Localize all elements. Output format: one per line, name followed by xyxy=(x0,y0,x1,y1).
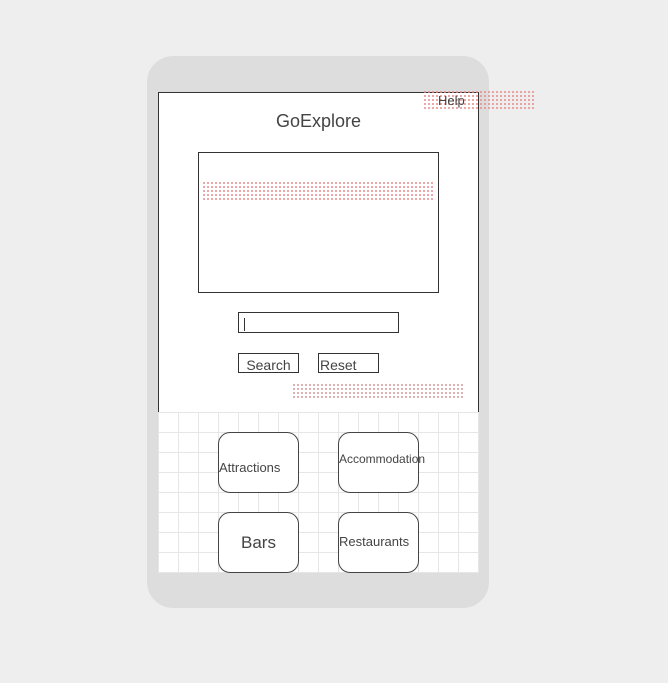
category-grid-area xyxy=(158,412,479,573)
bottom-annotation-hatch xyxy=(292,383,463,399)
category-label: Accommodation xyxy=(339,452,426,466)
category-accommodation-button[interactable]: Accommodation xyxy=(338,432,425,493)
help-link[interactable]: Help xyxy=(438,93,465,108)
search-button[interactable]: Search xyxy=(238,353,299,373)
text-cursor-icon xyxy=(244,318,245,331)
category-attractions-button[interactable]: Attractions xyxy=(218,432,299,493)
reset-button[interactable]: Reset xyxy=(318,353,379,373)
category-label: Restaurants xyxy=(339,534,410,549)
results-panel xyxy=(198,152,439,293)
app-title: GoExplore xyxy=(275,111,362,131)
category-label: Attractions xyxy=(219,460,281,475)
results-annotation-hatch xyxy=(202,181,433,202)
category-label: Bars xyxy=(241,532,276,552)
category-restaurants-button[interactable]: Restaurants xyxy=(338,512,419,573)
search-input[interactable] xyxy=(238,312,399,333)
category-bars-button[interactable]: Bars xyxy=(218,512,299,573)
